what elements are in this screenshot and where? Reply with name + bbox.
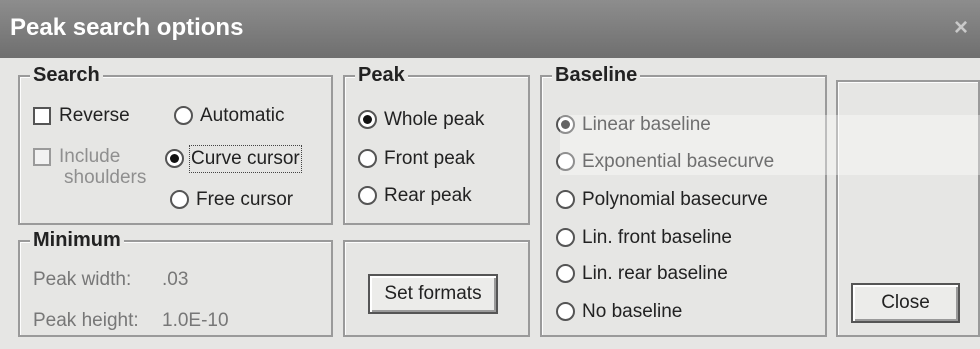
radio-free-cursor-button[interactable] — [170, 190, 189, 209]
radio-lin-rear-baseline-label: Lin. rear baseline — [582, 263, 728, 284]
search-legend: Search — [30, 63, 103, 87]
radio-whole-peak-button[interactable] — [358, 110, 377, 129]
radio-free-cursor-label: Free cursor — [196, 189, 294, 210]
minimum-legend: Minimum — [30, 228, 124, 252]
radio-rear-peak-button[interactable] — [358, 186, 377, 205]
title-bar[interactable]: Peak search options × — [0, 0, 980, 58]
radio-lin-front-baseline-label: Lin. front baseline — [582, 227, 732, 248]
include-shoulders-checkbox-box[interactable] — [33, 148, 51, 166]
baseline-legend: Baseline — [552, 63, 641, 87]
window-title: Peak search options — [10, 14, 244, 41]
radio-whole-peak-label: Whole peak — [384, 109, 485, 130]
include-shoulders-label-line2: shoulders — [64, 167, 147, 188]
reverse-checkbox-box[interactable] — [33, 107, 51, 125]
set-formats-button[interactable]: Set formats — [368, 274, 498, 314]
close-icon[interactable]: × — [954, 16, 976, 40]
close-button[interactable]: Close — [851, 283, 960, 323]
radio-front-peak-button[interactable] — [358, 149, 377, 168]
radio-rear-peak-label: Rear peak — [384, 185, 472, 206]
radio-curve-cursor-label: Curve cursor — [189, 145, 302, 173]
peak-search-options-dialog: Peak search options × Search Reverse Inc… — [0, 0, 980, 349]
peak-legend: Peak — [355, 63, 408, 87]
radio-curve-cursor-button[interactable] — [165, 149, 184, 168]
reverse-label: Reverse — [59, 105, 130, 126]
screen-glare — [560, 115, 980, 175]
radio-front-peak-label: Front peak — [384, 148, 475, 169]
peak-height-value[interactable]: 1.0E-10 — [162, 309, 229, 333]
peak-width-label: Peak width: — [33, 269, 132, 290]
radio-lin-front-baseline-button[interactable] — [556, 228, 575, 247]
peak-height-label: Peak height: — [33, 310, 139, 331]
radio-no-baseline-button[interactable] — [556, 302, 575, 321]
radio-polynomial-basecurve-button[interactable] — [556, 190, 575, 209]
radio-lin-rear-baseline-button[interactable] — [556, 264, 575, 283]
radio-automatic-label: Automatic — [200, 105, 285, 126]
radio-no-baseline-label: No baseline — [582, 301, 683, 322]
peak-width-value[interactable]: .03 — [162, 268, 188, 292]
radio-polynomial-basecurve-label: Polynomial basecurve — [582, 189, 768, 210]
radio-automatic-button[interactable] — [174, 106, 193, 125]
